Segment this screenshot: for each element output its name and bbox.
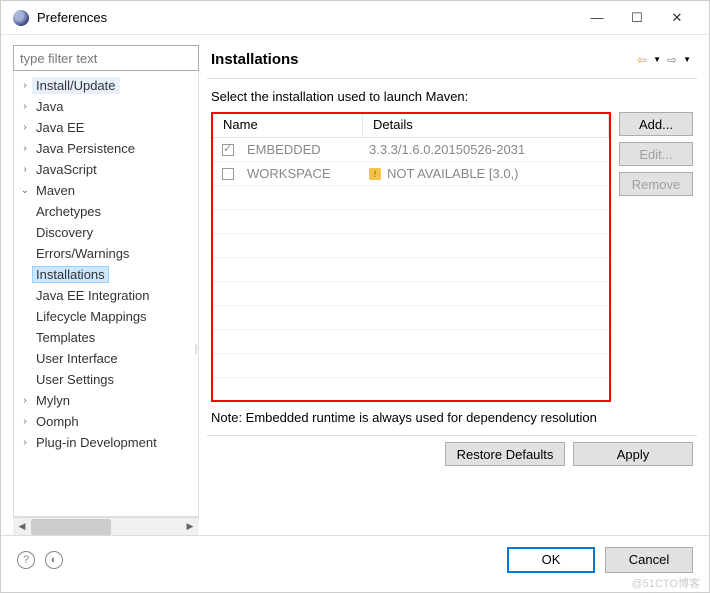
close-button[interactable]: ✕ (657, 4, 697, 32)
forward-icon[interactable]: ⇨ (665, 53, 679, 67)
tree-item[interactable]: Templates (14, 327, 198, 348)
tree-item[interactable]: Lifecycle Mappings (14, 306, 198, 327)
source-watermark: @51CTO博客 (632, 575, 700, 591)
minimize-button[interactable]: — (577, 4, 617, 32)
sidebar: http://blog.csdn.net/qq_20565303 ›Instal… (13, 45, 199, 535)
eclipse-icon (13, 10, 29, 26)
tree-item[interactable]: User Interface (14, 348, 198, 369)
tree-item[interactable]: Archetypes (14, 201, 198, 222)
page-title: Installations (211, 51, 635, 68)
tree-item[interactable]: ⌄Maven (14, 180, 198, 201)
view-menu-icon[interactable]: ▼ (681, 55, 693, 64)
checkbox[interactable] (222, 168, 234, 180)
ok-button[interactable]: OK (507, 547, 595, 573)
maximize-button[interactable]: ☐ (617, 4, 657, 32)
installations-table[interactable]: Name Details EMBEDDED3.3.3/1.6.0.2015052… (211, 112, 611, 402)
restore-defaults-button[interactable]: Restore Defaults (445, 442, 565, 466)
help-icon[interactable]: ? (17, 551, 35, 569)
tree-item[interactable]: ›JavaScript (14, 159, 198, 180)
tree-item[interactable]: ›Java Persistence (14, 138, 198, 159)
add-button[interactable]: Add... (619, 112, 693, 136)
preferences-tree[interactable]: http://blog.csdn.net/qq_20565303 ›Instal… (13, 73, 199, 517)
back-menu-icon[interactable]: ▼ (651, 55, 663, 64)
remove-button[interactable]: Remove (619, 172, 693, 196)
scroll-left-icon[interactable]: ◀ (13, 518, 31, 536)
table-row[interactable]: EMBEDDED3.3.3/1.6.0.20150526-2031 (213, 138, 609, 162)
edit-button[interactable]: Edit... (619, 142, 693, 166)
apply-button[interactable]: Apply (573, 442, 693, 466)
tree-item[interactable]: ›Java (14, 96, 198, 117)
tree-item[interactable]: ›Plug-in Development (14, 432, 198, 453)
tree-item[interactable]: User Settings (14, 369, 198, 390)
tree-item[interactable]: Discovery (14, 222, 198, 243)
tree-item[interactable]: ›Java EE (14, 117, 198, 138)
progress-icon[interactable]: ◐ (45, 551, 63, 569)
tree-item[interactable]: Installations (14, 264, 198, 285)
tree-item[interactable]: ›Mylyn (14, 390, 198, 411)
checkbox[interactable] (222, 144, 234, 156)
scroll-right-icon[interactable]: ▶ (181, 518, 199, 536)
note-text: Note: Embedded runtime is always used fo… (207, 402, 697, 435)
column-details[interactable]: Details (363, 114, 609, 138)
page-header: Installations ⇦ ▼ ⇨ ▼ (207, 45, 697, 79)
horizontal-scrollbar[interactable]: ◀ ▶ (13, 517, 199, 535)
filter-input[interactable] (13, 45, 199, 71)
scroll-thumb[interactable] (31, 519, 111, 535)
main-panel: Installations ⇦ ▼ ⇨ ▼ Select the install… (207, 45, 697, 535)
instruction-text: Select the installation used to launch M… (207, 79, 697, 112)
dialog-footer: ? ◐ OK Cancel (1, 535, 709, 583)
title-bar: Preferences — ☐ ✕ (1, 1, 709, 35)
back-icon[interactable]: ⇦ (635, 53, 649, 67)
tree-item[interactable]: Java EE Integration (14, 285, 198, 306)
content-area: http://blog.csdn.net/qq_20565303 ›Instal… (1, 35, 709, 535)
tree-item[interactable]: ›Install/Update (14, 75, 198, 96)
table-row[interactable]: WORKSPACE!NOT AVAILABLE [3.0,) (213, 162, 609, 186)
tree-item[interactable]: Errors/Warnings (14, 243, 198, 264)
cancel-button[interactable]: Cancel (605, 547, 693, 573)
column-name[interactable]: Name (213, 114, 363, 138)
tree-item[interactable]: ›Oomph (14, 411, 198, 432)
warning-icon: ! (369, 168, 381, 180)
window-title: Preferences (37, 10, 577, 25)
